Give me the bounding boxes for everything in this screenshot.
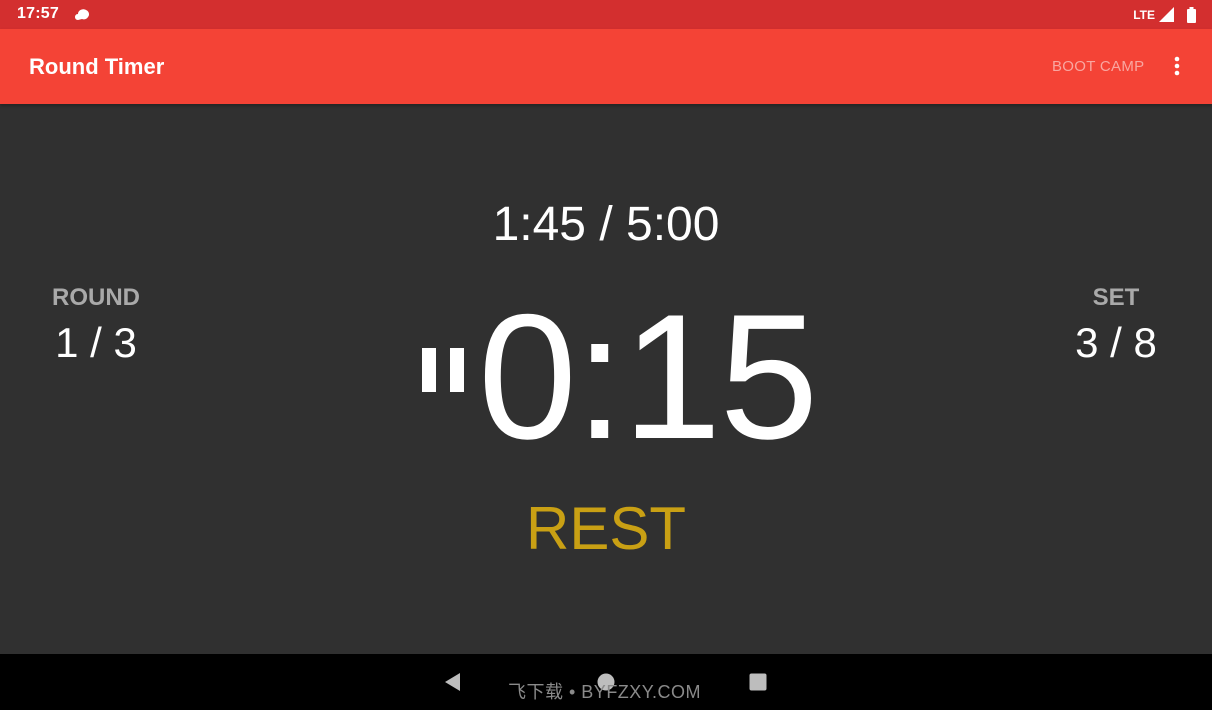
app-bar: Round Timer BOOT CAMP — [0, 29, 1212, 104]
round-value: 1 / 3 — [55, 319, 137, 366]
phase-label: REST — [525, 495, 687, 562]
current-countdown[interactable]: 0:15 — [478, 282, 818, 472]
boot-camp-button[interactable]: BOOT CAMP — [1052, 58, 1144, 75]
set-value: 3 / 8 — [1075, 319, 1157, 366]
navigation-bar: 飞下载 • BYFZXY.COM — [0, 654, 1212, 710]
more-vert-icon[interactable] — [1165, 54, 1189, 78]
pause-icon[interactable] — [420, 346, 466, 394]
network-type: LTE — [1133, 7, 1155, 22]
status-bar: 17:57 LTE — [0, 0, 1212, 29]
recents-icon[interactable] — [748, 672, 768, 692]
back-icon[interactable] — [443, 672, 463, 692]
set-label: SET — [1092, 284, 1140, 311]
status-indicators: LTE — [1133, 5, 1196, 24]
status-time: 17:57 — [17, 5, 59, 22]
app-screen: 17:57 LTE Round Timer BOOT CAMP ROUND 1 … — [0, 0, 1212, 710]
round-label: ROUND — [52, 284, 140, 311]
watermark: 飞下载 • BYFZXY.COM — [508, 682, 701, 702]
round-counter: ROUND 1 / 3 — [52, 283, 140, 369]
cloud-icon — [75, 9, 90, 20]
signal-icon — [1159, 7, 1174, 22]
total-elapsed-time: 1:45 / 5:00 — [492, 198, 720, 251]
set-counter: SET 3 / 8 — [1070, 283, 1162, 369]
battery-icon — [1187, 6, 1196, 23]
app-title: Round Timer — [29, 54, 165, 79]
